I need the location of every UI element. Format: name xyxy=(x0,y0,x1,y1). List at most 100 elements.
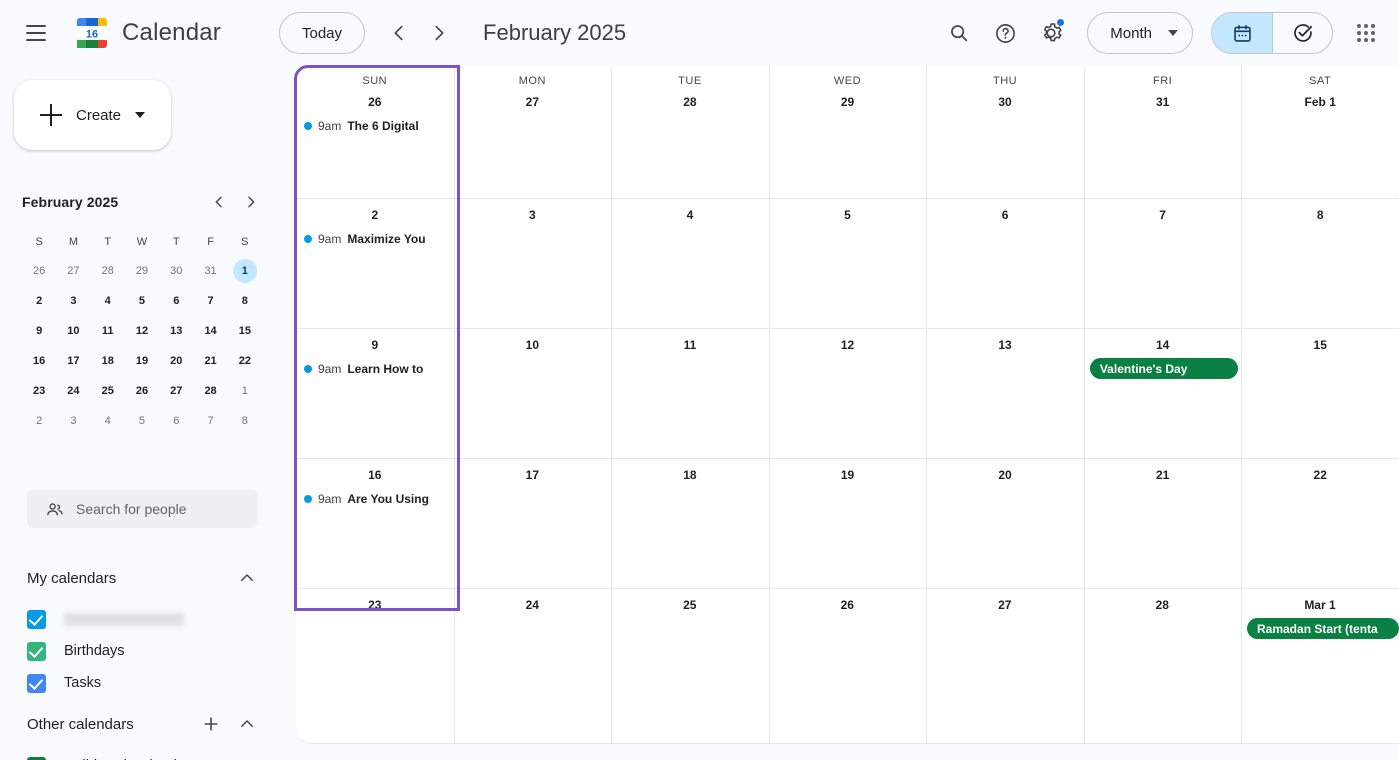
day-number[interactable]: 6 xyxy=(926,204,1084,228)
mini-calendar-day[interactable]: 27 xyxy=(56,256,90,286)
day-cell[interactable]: 23 xyxy=(296,589,454,743)
day-number[interactable]: 12 xyxy=(769,334,927,358)
day-cell[interactable]: FRI 31 xyxy=(1084,66,1242,198)
next-period-button[interactable] xyxy=(419,13,459,53)
day-number[interactable]: 29 xyxy=(769,91,927,115)
day-cell[interactable]: 9 9am Learn How to xyxy=(296,329,454,458)
mini-calendar-day[interactable]: 1 xyxy=(228,256,262,286)
mini-next-month-button[interactable] xyxy=(240,191,262,213)
toggle-tasks-view[interactable] xyxy=(1272,13,1332,53)
mini-calendar-day[interactable]: 1 xyxy=(228,376,262,406)
mini-calendar-day[interactable]: 10 xyxy=(56,316,90,346)
day-number[interactable]: 11 xyxy=(611,334,769,358)
day-number[interactable]: 22 xyxy=(1241,464,1399,488)
day-number[interactable]: 27 xyxy=(926,594,1084,618)
day-cell[interactable]: 5 xyxy=(769,199,927,328)
day-number[interactable]: 26 xyxy=(769,594,927,618)
calendar-item-tasks[interactable]: Tasks xyxy=(27,667,267,699)
mini-calendar-day[interactable]: 6 xyxy=(159,286,193,316)
day-number[interactable]: 14 xyxy=(1084,334,1242,358)
apps-grid-icon[interactable] xyxy=(1345,12,1387,54)
day-cell[interactable]: 10 xyxy=(454,329,612,458)
day-number[interactable]: 21 xyxy=(1084,464,1242,488)
day-cell[interactable]: 11 xyxy=(611,329,769,458)
calendar-item-primary[interactable] xyxy=(27,603,267,635)
my-calendars-header[interactable]: My calendars xyxy=(27,562,258,594)
mini-prev-month-button[interactable] xyxy=(208,191,230,213)
calendar-item-birthdays[interactable]: Birthdays xyxy=(27,635,267,667)
day-number[interactable]: 24 xyxy=(454,594,612,618)
prev-period-button[interactable] xyxy=(379,13,419,53)
day-cell[interactable]: 14 Valentine's Day xyxy=(1084,329,1242,458)
day-number[interactable]: 16 xyxy=(296,464,454,488)
day-number[interactable]: 9 xyxy=(296,334,454,358)
day-cell[interactable]: Mar 1 Ramadan Start (tenta xyxy=(1241,589,1399,743)
timed-event[interactable]: 9am The 6 Digital xyxy=(304,115,452,137)
mini-calendar-day[interactable]: 5 xyxy=(125,286,159,316)
other-calendars-collapse-button[interactable] xyxy=(236,713,258,735)
day-cell[interactable]: 8 xyxy=(1241,199,1399,328)
help-button[interactable] xyxy=(983,11,1027,55)
create-button[interactable]: Create xyxy=(14,80,171,150)
calendar-checkbox[interactable] xyxy=(27,609,46,629)
mini-calendar-day[interactable]: 31 xyxy=(193,256,227,286)
view-select[interactable]: Month xyxy=(1087,12,1193,54)
day-cell[interactable]: 22 xyxy=(1241,459,1399,588)
day-cell[interactable]: THU 30 xyxy=(926,66,1084,198)
day-number[interactable]: 3 xyxy=(454,204,612,228)
mini-calendar-day[interactable]: 26 xyxy=(125,376,159,406)
day-cell[interactable]: TUE 28 xyxy=(611,66,769,198)
mini-calendar-day[interactable]: 30 xyxy=(159,256,193,286)
day-number[interactable]: 26 xyxy=(296,91,454,115)
day-number[interactable]: 17 xyxy=(454,464,612,488)
my-calendars-collapse-button[interactable] xyxy=(236,567,258,589)
day-number[interactable]: 20 xyxy=(926,464,1084,488)
today-button[interactable]: Today xyxy=(279,12,366,54)
mini-calendar-day[interactable]: 6 xyxy=(159,406,193,436)
day-number[interactable]: 19 xyxy=(769,464,927,488)
day-number[interactable]: 10 xyxy=(454,334,612,358)
app-brand[interactable]: 16 Calendar xyxy=(70,11,221,55)
day-cell[interactable]: 19 xyxy=(769,459,927,588)
mini-calendar-day[interactable]: 4 xyxy=(91,286,125,316)
day-cell[interactable]: MON 27 xyxy=(454,66,612,198)
mini-calendar-day[interactable]: 27 xyxy=(159,376,193,406)
calendar-checkbox[interactable] xyxy=(27,641,46,661)
mini-calendar-day[interactable]: 25 xyxy=(91,376,125,406)
mini-calendar-day[interactable]: 7 xyxy=(193,286,227,316)
toggle-calendar-view[interactable] xyxy=(1212,13,1272,53)
day-number[interactable]: 7 xyxy=(1084,204,1242,228)
day-cell[interactable]: 3 xyxy=(454,199,612,328)
day-number[interactable]: 25 xyxy=(611,594,769,618)
timed-event[interactable]: 9am Learn How to xyxy=(304,358,452,380)
calendar-item-holidays-nigeria[interactable]: Holidays in Nigeria xyxy=(27,750,267,760)
day-cell[interactable]: 17 xyxy=(454,459,612,588)
search-button[interactable] xyxy=(937,11,981,55)
day-number[interactable]: 27 xyxy=(454,91,612,115)
day-cell[interactable]: 27 xyxy=(926,589,1084,743)
all-day-event-chip[interactable]: Ramadan Start (tenta xyxy=(1247,618,1399,639)
mini-calendar-day[interactable]: 17 xyxy=(56,346,90,376)
day-cell[interactable]: 21 xyxy=(1084,459,1242,588)
day-cell[interactable]: 4 xyxy=(611,199,769,328)
timed-event[interactable]: 9am Maximize You xyxy=(304,228,452,250)
mini-calendar-day[interactable]: 28 xyxy=(193,376,227,406)
mini-calendar-day[interactable]: 12 xyxy=(125,316,159,346)
add-other-calendar-button[interactable] xyxy=(200,713,222,735)
day-number[interactable]: 5 xyxy=(769,204,927,228)
mini-calendar-day[interactable]: 13 xyxy=(159,316,193,346)
mini-calendar-day[interactable]: 2 xyxy=(22,286,56,316)
all-day-event-chip[interactable]: Valentine's Day xyxy=(1089,358,1238,379)
mini-calendar-day[interactable]: 11 xyxy=(91,316,125,346)
mini-calendar-day[interactable]: 23 xyxy=(22,376,56,406)
day-cell[interactable]: 24 xyxy=(454,589,612,743)
day-cell[interactable]: 6 xyxy=(926,199,1084,328)
mini-calendar-day[interactable]: 22 xyxy=(228,346,262,376)
mini-calendar-day[interactable]: 24 xyxy=(56,376,90,406)
day-cell[interactable]: 13 xyxy=(926,329,1084,458)
mini-calendar-day[interactable]: 3 xyxy=(56,406,90,436)
mini-calendar-day[interactable]: 4 xyxy=(91,406,125,436)
mini-calendar-day[interactable]: 21 xyxy=(193,346,227,376)
day-number[interactable]: Feb 1 xyxy=(1241,91,1399,115)
day-number[interactable]: 13 xyxy=(926,334,1084,358)
